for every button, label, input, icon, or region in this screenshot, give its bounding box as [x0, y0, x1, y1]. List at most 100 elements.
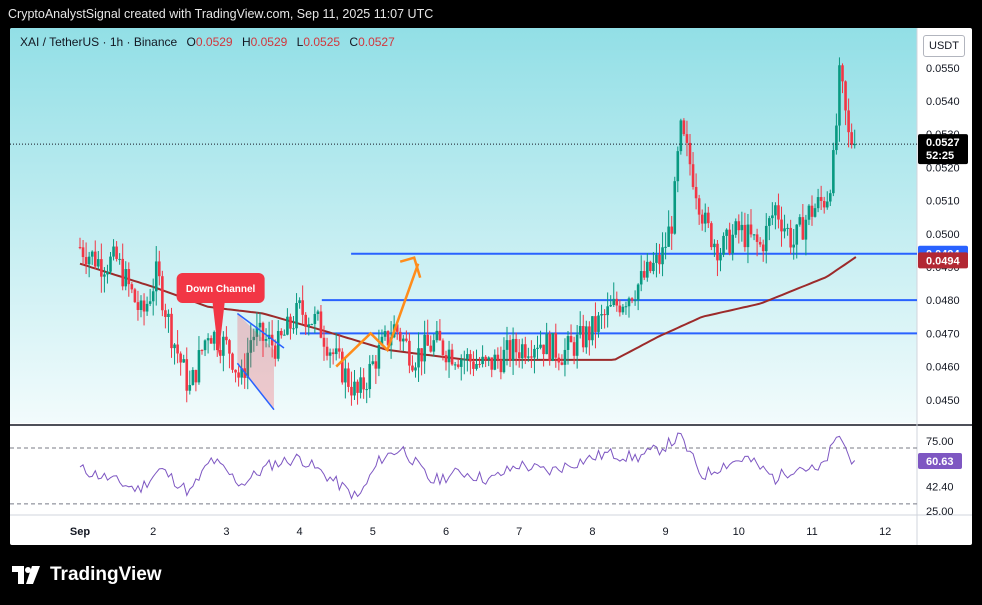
candle-body: [618, 305, 622, 313]
candle-body: [334, 348, 338, 355]
candle-body: [212, 331, 216, 344]
candle-body: [627, 298, 631, 307]
candle-body: [783, 228, 786, 232]
candle-body: [362, 377, 365, 390]
candle-body: [646, 261, 649, 278]
candle-body: [676, 151, 680, 182]
candle-body: [158, 261, 161, 277]
candle-body: [493, 354, 497, 370]
symbol-info: XAI / TetherUS · 1h · Binance: [20, 35, 178, 49]
close-value: 0.0527: [358, 35, 395, 49]
candle-body: [743, 224, 747, 248]
candle-body: [600, 314, 603, 316]
candle-body: [819, 197, 823, 201]
time-tick-label: 2: [150, 526, 156, 538]
candle-body: [127, 269, 131, 285]
candle-body: [176, 344, 179, 354]
candle-body: [81, 247, 85, 258]
candle-body: [438, 330, 442, 341]
candle-body: [444, 355, 448, 363]
candle-body: [832, 150, 835, 194]
candle-body: [774, 205, 777, 216]
candle-body: [197, 350, 201, 383]
candle-body: [707, 212, 710, 224]
high-value: 0.0529: [250, 35, 288, 49]
candle-body: [377, 345, 381, 369]
candle-body: [719, 254, 722, 261]
currency-button[interactable]: USDT: [923, 35, 965, 57]
candle-body: [310, 324, 314, 326]
time-tick-label: 3: [223, 526, 229, 538]
candle-body: [185, 359, 189, 391]
chart-frame[interactable]: Down Channel 75.0059.8842.4025.0060.63 0…: [10, 28, 972, 545]
candle-body: [606, 306, 609, 316]
candle-body: [344, 368, 347, 383]
tradingview-logo[interactable]: TradingView: [12, 564, 162, 586]
candle-body: [170, 313, 173, 349]
candle-body: [731, 234, 734, 254]
candle-body: [469, 354, 472, 362]
candle-body: [508, 340, 512, 361]
candle-body: [716, 243, 719, 261]
candle-body: [84, 257, 88, 265]
candle-body: [264, 339, 268, 341]
candle-body: [78, 247, 82, 249]
rsi-tick-label: 25.00: [926, 506, 954, 518]
candle-body: [594, 316, 597, 332]
candle-body: [710, 223, 713, 248]
candle-body: [569, 336, 573, 343]
price-tick-label: 0.0460: [926, 362, 960, 374]
candle-body: [655, 254, 658, 263]
candle-body: [807, 205, 811, 220]
candle-body: [725, 229, 728, 236]
candle-body: [502, 349, 506, 373]
candle-body: [511, 338, 515, 361]
rsi-tick-label: 75.00: [926, 436, 954, 448]
candle-body: [539, 344, 542, 348]
candle-body: [633, 300, 637, 302]
candle-body: [636, 284, 640, 301]
candle-body: [478, 363, 481, 365]
candle-body: [420, 348, 423, 362]
candle-body: [435, 330, 439, 341]
candle-body: [667, 226, 670, 247]
candle-body: [206, 338, 210, 341]
candle-body: [813, 208, 817, 217]
candle-body: [612, 298, 616, 306]
candle-body: [231, 353, 234, 370]
candle-body: [295, 303, 298, 329]
candle-body: [810, 205, 814, 217]
candle-body: [337, 348, 341, 352]
candle-body: [682, 120, 686, 135]
candle-body: [209, 338, 213, 344]
candle-body: [459, 359, 463, 367]
candle-body: [825, 201, 829, 208]
time-tick-label: 7: [516, 526, 522, 538]
time-tick-label: 8: [589, 526, 595, 538]
candle-body: [798, 217, 802, 225]
candle-body: [554, 333, 558, 358]
candle-body: [496, 354, 500, 360]
candle-body: [780, 219, 783, 232]
candle-body: [816, 197, 820, 209]
candle-body: [173, 344, 176, 349]
candle-body: [777, 205, 780, 220]
candle-body: [822, 200, 826, 208]
candle-body: [130, 284, 134, 290]
candle-body: [154, 261, 158, 292]
candle-body: [200, 350, 204, 352]
candle-body: [316, 311, 320, 314]
time-axis: Sep 2 3 4 5 6 7 8 9 10 11 12: [70, 526, 891, 538]
candle-body: [557, 357, 561, 363]
close-label: C: [349, 35, 359, 49]
candle-body: [356, 381, 359, 393]
candle-body: [603, 314, 606, 316]
time-tick-label: 6: [443, 526, 449, 538]
candle-body: [319, 311, 323, 338]
candle-body: [313, 313, 317, 325]
chart-canvas[interactable]: Down Channel 75.0059.8842.4025.0060.63 0…: [10, 28, 972, 545]
candle-body: [225, 336, 228, 341]
candle-body: [331, 352, 335, 355]
candle-body: [456, 364, 460, 367]
open-label: O: [186, 35, 196, 49]
